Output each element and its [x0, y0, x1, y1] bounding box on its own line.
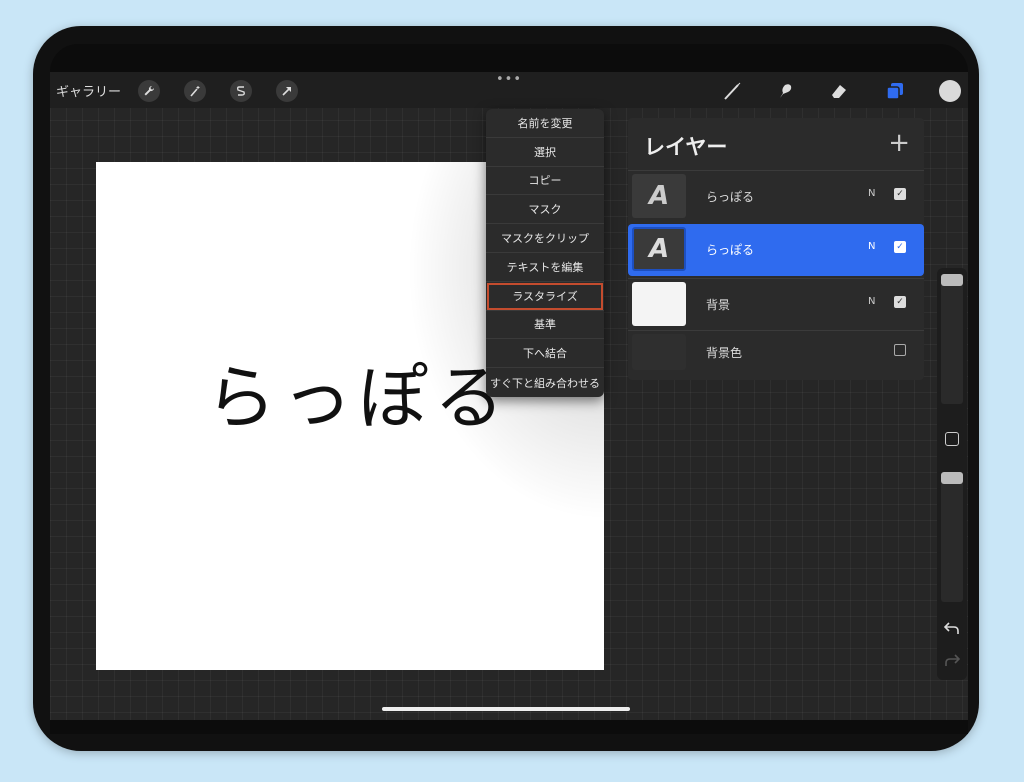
- side-toolbar: [937, 268, 967, 680]
- visibility-checkbox[interactable]: [894, 344, 906, 356]
- color-swatch-icon[interactable]: [938, 79, 962, 103]
- menu-item-edit-text[interactable]: テキストを編集: [486, 253, 604, 282]
- procreate-screen: ギャラリー ••• らっぽる 名前を変更 選択 コピー マスク マスクをクリップ…: [50, 72, 968, 720]
- add-layer-button[interactable]: +: [888, 128, 910, 158]
- menu-item-reference[interactable]: 基準: [486, 311, 604, 340]
- layer-row[interactable]: 背景 N ✓: [628, 278, 924, 330]
- ipad-device: ギャラリー ••• らっぽる 名前を変更 選択 コピー マスク マスクをクリップ…: [33, 26, 979, 751]
- magic-wand-icon[interactable]: [184, 80, 206, 102]
- menu-item-clip-mask[interactable]: マスクをクリップ: [486, 224, 604, 253]
- brush-size-slider[interactable]: [941, 274, 963, 404]
- menu-item-merge-down[interactable]: 下へ結合: [486, 339, 604, 369]
- menu-item-mask[interactable]: マスク: [486, 195, 604, 225]
- layer-row[interactable]: A らっぽる N ✓: [628, 170, 924, 222]
- layer-thumbnail: [632, 334, 686, 370]
- square-modify-icon[interactable]: [945, 432, 959, 446]
- arrow-icon[interactable]: [276, 80, 298, 102]
- smudge-icon[interactable]: [773, 79, 797, 103]
- opacity-slider[interactable]: [941, 472, 963, 602]
- wrench-icon[interactable]: [138, 80, 160, 102]
- brush-size-knob[interactable]: [941, 274, 963, 286]
- menu-item-copy[interactable]: コピー: [486, 167, 604, 196]
- visibility-checkbox[interactable]: ✓: [894, 241, 906, 253]
- layer-context-menu: 名前を変更 選択 コピー マスク マスクをクリップ テキストを編集 ラスタライズ…: [486, 109, 604, 397]
- gallery-button[interactable]: ギャラリー: [56, 81, 121, 100]
- layer-name: 背景: [706, 298, 731, 312]
- menu-item-select[interactable]: 選択: [486, 138, 604, 167]
- visibility-checkbox[interactable]: ✓: [894, 296, 906, 308]
- layer-thumbnail: [632, 282, 686, 326]
- eraser-icon[interactable]: [827, 79, 851, 103]
- canvas-handwritten-text: らっぽる: [206, 357, 510, 439]
- layer-thumbnail: A: [632, 227, 686, 271]
- home-indicator[interactable]: [382, 707, 630, 711]
- menu-item-rasterize[interactable]: ラスタライズ: [486, 282, 604, 311]
- blend-mode-button[interactable]: N: [868, 188, 875, 199]
- blend-mode-button[interactable]: N: [868, 296, 875, 307]
- layer-name: らっぽる: [706, 243, 755, 257]
- visibility-checkbox[interactable]: ✓: [894, 188, 906, 200]
- menu-item-rename[interactable]: 名前を変更: [486, 109, 604, 138]
- layers-panel: レイヤー + A らっぽる N ✓ A らっぽる N ✓ 背景 N ✓ 背景色: [628, 118, 924, 380]
- screen-top-strip: [50, 44, 968, 72]
- opacity-knob[interactable]: [941, 472, 963, 484]
- layer-row-selected[interactable]: A らっぽる N ✓: [628, 224, 924, 276]
- layer-name: 背景色: [706, 346, 743, 360]
- top-toolbar: ギャラリー •••: [50, 72, 968, 108]
- layer-row-background-color[interactable]: 背景色: [628, 330, 924, 376]
- layer-thumbnail: A: [632, 174, 686, 218]
- screen-bottom-strip: [50, 720, 968, 734]
- layer-name: らっぽる: [706, 190, 755, 204]
- selection-s-icon[interactable]: [230, 80, 252, 102]
- text-layer-glyph: A: [648, 234, 670, 264]
- layers-icon[interactable]: [883, 79, 907, 103]
- redo-icon[interactable]: [944, 652, 961, 671]
- undo-icon[interactable]: [943, 620, 960, 639]
- more-dots-button[interactable]: •••: [496, 72, 522, 87]
- menu-item-combine-down[interactable]: すぐ下と組み合わせる: [486, 368, 604, 397]
- layers-panel-title: レイヤー: [644, 135, 728, 159]
- brush-icon[interactable]: [720, 79, 744, 103]
- blend-mode-button[interactable]: N: [868, 241, 875, 252]
- text-layer-glyph: A: [648, 181, 670, 211]
